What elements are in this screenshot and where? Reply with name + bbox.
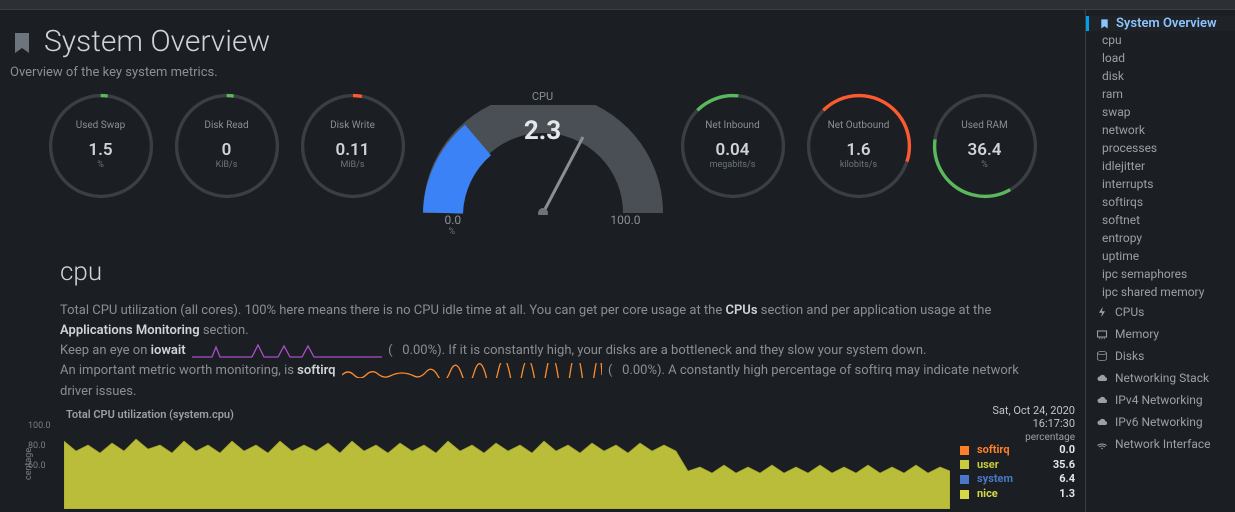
tooltip-row: user35.6 [960,458,1075,473]
bookmark-icon [1099,17,1110,30]
bookmark-icon [10,29,34,55]
sidebar-item-ipc-semaphores[interactable]: ipc semaphores [1086,265,1235,283]
gauge-net-in[interactable]: Net Inbound 0.04 megabits/s [677,90,789,206]
sidebar-group-cpus[interactable]: CPUs [1086,301,1235,323]
main-content: System Overview Overview of the key syst… [0,10,1085,512]
tooltip-row: system6.4 [960,472,1075,487]
tooltip-row: softirq0.0 [960,443,1075,458]
gauge-disk-read[interactable]: Disk Read 0 KiB/s [171,90,283,206]
sidebar-item-swap[interactable]: swap [1086,103,1235,121]
sidebar-item-idlejitter[interactable]: idlejitter [1086,157,1235,175]
top-bar [0,0,1235,10]
gauge-used-swap[interactable]: Used Swap 1.5 % [45,90,157,206]
sparkline-softirq [342,363,602,378]
cpu-description: Total CPU utilization (all cores). 100% … [60,301,1051,402]
sidebar-item-system-overview[interactable]: System Overview [1086,16,1235,31]
sidebar-group-disks[interactable]: Disks [1086,345,1235,367]
page-subtitle: Overview of the key system metrics. [10,65,1081,80]
sidebar-item-softnet[interactable]: softnet [1086,211,1235,229]
gauge-ram[interactable]: Used RAM 36.4 % [929,90,1041,206]
page-title: System Overview [44,24,270,59]
sidebar-item-disk[interactable]: disk [1086,67,1235,85]
chart-system-cpu[interactable]: Total CPU utilization (system.cpu) 100.0… [26,408,1081,512]
sidebar: System Overview cpuloaddiskramswapnetwor… [1085,10,1235,512]
sidebar-group-memory[interactable]: Memory [1086,323,1235,345]
section-heading-cpu: cpu [60,257,1081,287]
sidebar-group-network-interface[interactable]: Network Interface [1086,433,1235,455]
sidebar-item-cpu[interactable]: cpu [1086,31,1235,49]
sidebar-group-ipv4-networking[interactable]: IPv4 Networking [1086,389,1235,411]
sidebar-item-uptime[interactable]: uptime [1086,247,1235,265]
sidebar-item-processes[interactable]: processes [1086,139,1235,157]
sidebar-item-entropy[interactable]: entropy [1086,229,1235,247]
gauges-row: Used Swap 1.5 % Disk Read 0 KiB/s Disk W… [4,90,1081,237]
gauge-net-out[interactable]: Net Outbound 1.6 kilobits/s [803,90,915,206]
gauge-cpu[interactable]: CPU 2.3 0.0 100.0 % [423,90,663,237]
sidebar-item-interrupts[interactable]: interrupts [1086,175,1235,193]
sidebar-item-ram[interactable]: ram [1086,85,1235,103]
sparkline-iowait [192,343,382,358]
link-cpus[interactable]: CPUs [725,303,757,318]
gauge-disk-write[interactable]: Disk Write 0.11 MiB/s [297,90,409,206]
sidebar-group-networking-stack[interactable]: Networking Stack [1086,367,1235,389]
chart-canvas [64,423,950,509]
sidebar-item-load[interactable]: load [1086,49,1235,67]
link-apps-monitoring[interactable]: Applications Monitoring [60,323,200,338]
sidebar-item-ipc-shared-memory[interactable]: ipc shared memory [1086,283,1235,301]
sidebar-group-ipv6-networking[interactable]: IPv6 Networking [1086,411,1235,433]
sidebar-item-softirqs[interactable]: softirqs [1086,193,1235,211]
sidebar-item-network[interactable]: network [1086,121,1235,139]
tooltip-row: nice1.3 [960,487,1075,502]
chart-tooltip: Sat, Oct 24, 2020 16:17:30 percentage so… [960,404,1075,502]
